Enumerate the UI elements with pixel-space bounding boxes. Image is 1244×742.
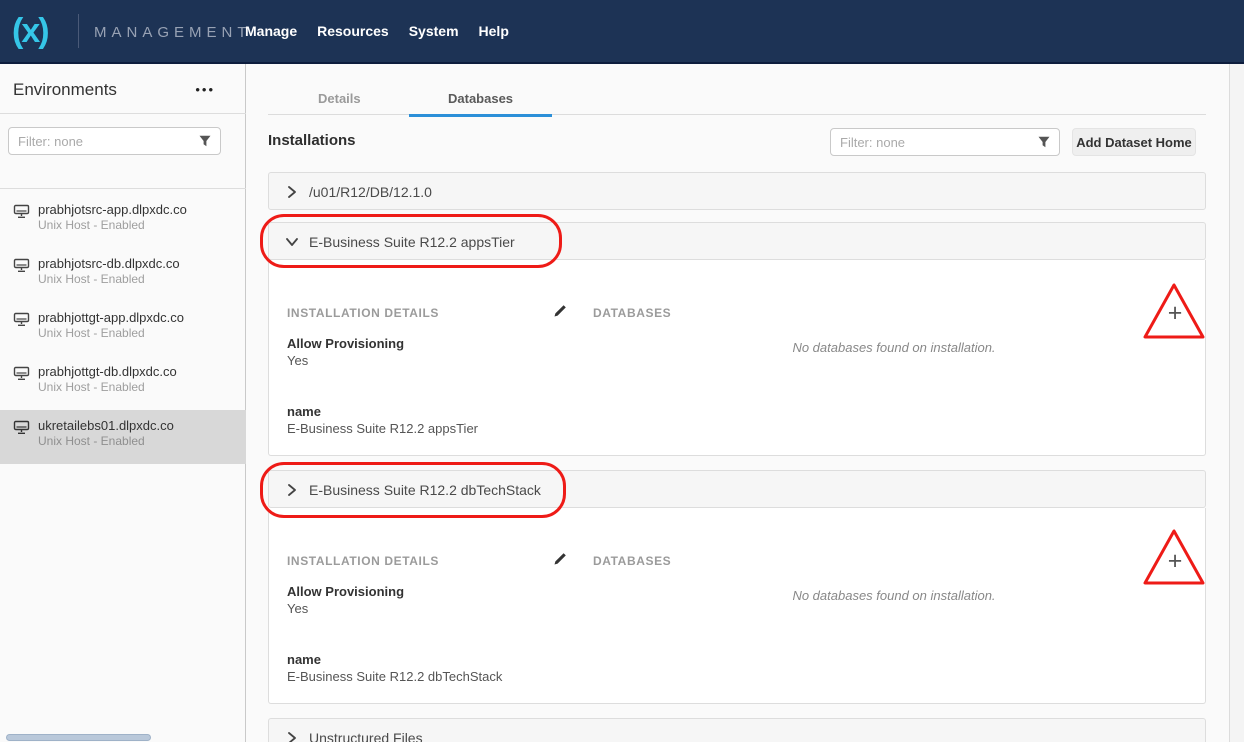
- installation-details-heading: INSTALLATION DETAILS: [287, 306, 439, 320]
- menu-item-help[interactable]: Help: [479, 23, 509, 39]
- chevron-right-icon: [286, 484, 298, 496]
- environment-name: prabhjottgt-app.dlpxdc.co: [38, 310, 246, 326]
- environment-item-selected[interactable]: ukretailebs01.dlpxdc.co Unix Host - Enab…: [0, 410, 246, 464]
- installation-title: E-Business Suite R12.2 dbTechStack: [309, 482, 541, 498]
- environment-name: prabhjotsrc-app.dlpxdc.co: [38, 202, 246, 218]
- field-label: Allow Provisioning: [287, 584, 404, 599]
- field-value: E-Business Suite R12.2 dbTechStack: [287, 669, 502, 684]
- chevron-right-icon: [286, 186, 298, 198]
- filter-placeholder: Filter: none: [18, 134, 83, 149]
- product-label: MANAGEMENT: [94, 24, 252, 41]
- filter-funnel-icon[interactable]: [199, 135, 211, 147]
- environment-status: Unix Host - Enabled: [38, 380, 246, 395]
- installation-header-appstier[interactable]: E-Business Suite R12.2 appsTier: [268, 222, 1206, 260]
- sidebar-title: Environments: [13, 80, 117, 100]
- environments-filter-input[interactable]: Filter: none: [8, 127, 221, 155]
- installations-list: /u01/R12/DB/12.1.0 E-Business Suite R12.…: [268, 172, 1206, 742]
- overflow-menu-icon[interactable]: •••: [195, 82, 215, 97]
- field-value: Yes: [287, 601, 308, 616]
- host-icon: [13, 366, 30, 381]
- menu-item-resources[interactable]: Resources: [317, 23, 389, 39]
- field-label: name: [287, 404, 321, 419]
- no-databases-message: No databases found on installation.: [593, 588, 1195, 603]
- tab-databases[interactable]: Databases: [448, 91, 513, 106]
- no-databases-message: No databases found on installation.: [593, 340, 1195, 355]
- delphix-logo-icon[interactable]: (x): [12, 8, 48, 54]
- installation-title: E-Business Suite R12.2 appsTier: [309, 234, 515, 250]
- sidebar-divider: [0, 188, 246, 189]
- environment-item[interactable]: prabhjotsrc-db.dlpxdc.co Unix Host - Ena…: [0, 248, 246, 302]
- tab-details[interactable]: Details: [318, 91, 361, 106]
- installations-toolbar: Installations Filter: none Add Dataset H…: [247, 124, 1229, 160]
- host-icon: [13, 258, 30, 273]
- add-database-button[interactable]: +: [1161, 300, 1189, 328]
- environments-sidebar: Environments ••• Filter: none prabhjotsr…: [0, 64, 246, 742]
- menu-item-system[interactable]: System: [409, 23, 459, 39]
- installation-header-unstructured-files[interactable]: Unstructured Files: [268, 718, 1206, 742]
- add-database-button[interactable]: +: [1161, 548, 1189, 576]
- vertical-scrollbar[interactable]: [1229, 64, 1244, 742]
- page-title: Installations: [268, 132, 356, 149]
- app-window: (x) MANAGEMENT Manage Resources System H…: [0, 0, 1244, 742]
- host-icon: [13, 420, 30, 435]
- environment-name: prabhjotsrc-db.dlpxdc.co: [38, 256, 246, 272]
- field-value: E-Business Suite R12.2 appsTier: [287, 421, 478, 436]
- edit-pencil-icon[interactable]: [553, 552, 567, 566]
- host-icon: [13, 312, 30, 327]
- environment-status: Unix Host - Enabled: [38, 272, 246, 287]
- horizontal-scrollbar[interactable]: [6, 734, 151, 741]
- installation-title: /u01/R12/DB/12.1.0: [309, 184, 432, 200]
- installation-title: Unstructured Files: [309, 730, 423, 742]
- tab-bar: Details Databases: [268, 84, 1206, 115]
- host-icon: [13, 204, 30, 219]
- installation-panel-appstier: INSTALLATION DETAILS DATABASES Allow Pro…: [268, 260, 1206, 456]
- field-label: name: [287, 652, 321, 667]
- installation-panel-dbtechstack: INSTALLATION DETAILS DATABASES Allow Pro…: [268, 508, 1206, 704]
- installations-filter-input[interactable]: Filter: none: [830, 128, 1060, 156]
- sidebar-divider: [0, 113, 246, 114]
- navbar-divider: [78, 14, 79, 48]
- installation-header-u01[interactable]: /u01/R12/DB/12.1.0: [268, 172, 1206, 210]
- environment-status: Unix Host - Enabled: [38, 218, 246, 233]
- environment-status: Unix Host - Enabled: [38, 434, 246, 449]
- filter-placeholder: Filter: none: [840, 135, 905, 150]
- main-content: Details Databases Installations Filter: …: [247, 64, 1229, 742]
- filter-funnel-icon[interactable]: [1038, 136, 1050, 148]
- environment-item[interactable]: prabhjottgt-db.dlpxdc.co Unix Host - Ena…: [0, 356, 246, 410]
- environment-item[interactable]: prabhjotsrc-app.dlpxdc.co Unix Host - En…: [0, 194, 246, 248]
- environment-name: prabhjottgt-db.dlpxdc.co: [38, 364, 246, 380]
- installation-header-dbtechstack[interactable]: E-Business Suite R12.2 dbTechStack: [268, 470, 1206, 508]
- environment-status: Unix Host - Enabled: [38, 326, 246, 341]
- installation-details-heading: INSTALLATION DETAILS: [287, 554, 439, 568]
- chevron-right-icon: [286, 732, 298, 742]
- menu-item-manage[interactable]: Manage: [245, 23, 297, 39]
- environment-list: prabhjotsrc-app.dlpxdc.co Unix Host - En…: [0, 194, 246, 464]
- databases-heading: DATABASES: [593, 554, 671, 568]
- chevron-down-icon: [286, 236, 298, 248]
- top-navbar: (x) MANAGEMENT Manage Resources System H…: [0, 0, 1244, 64]
- field-value: Yes: [287, 353, 308, 368]
- add-dataset-home-button[interactable]: Add Dataset Home: [1072, 128, 1196, 156]
- databases-heading: DATABASES: [593, 306, 671, 320]
- field-label: Allow Provisioning: [287, 336, 404, 351]
- navbar-menu: Manage Resources System Help: [245, 0, 509, 62]
- edit-pencil-icon[interactable]: [553, 304, 567, 318]
- environment-name: ukretailebs01.dlpxdc.co: [38, 418, 246, 434]
- environment-item[interactable]: prabhjottgt-app.dlpxdc.co Unix Host - En…: [0, 302, 246, 356]
